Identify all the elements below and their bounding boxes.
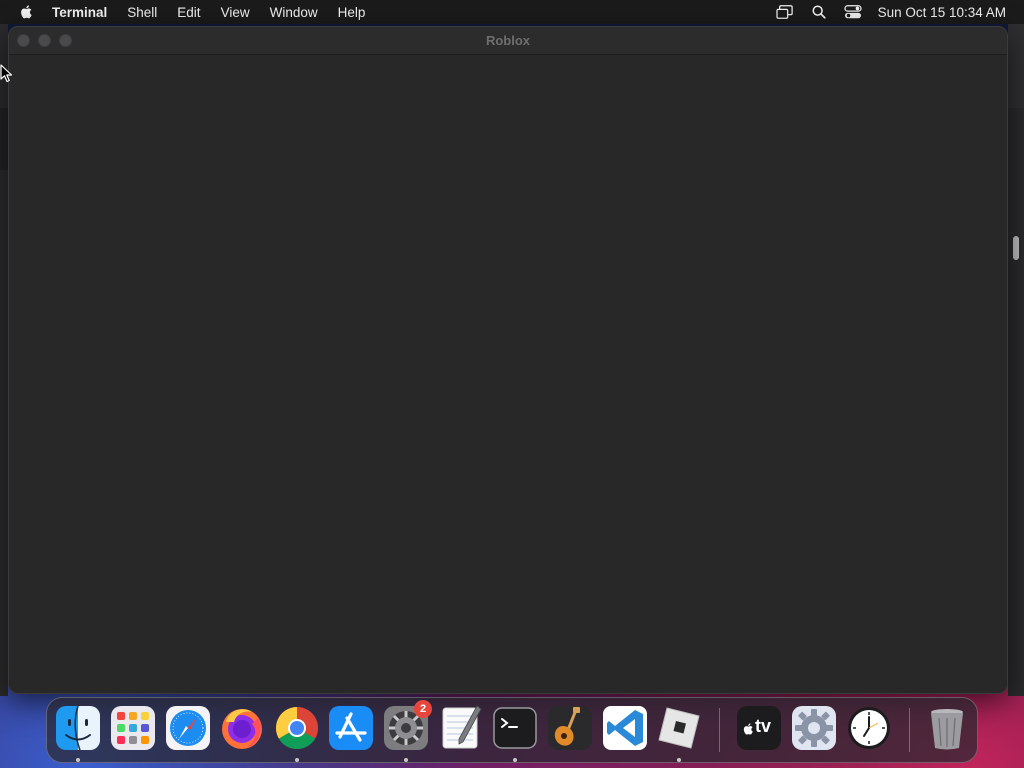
terminal-icon[interactable] (491, 704, 539, 762)
mouse-cursor-icon (0, 64, 14, 84)
menu-help[interactable]: Help (338, 5, 366, 20)
menu-window[interactable]: Window (270, 5, 318, 20)
close-button[interactable] (17, 34, 30, 47)
app-store-icon[interactable] (327, 704, 375, 752)
scrollbar-handle[interactable] (1013, 236, 1019, 260)
apple-logo-icon[interactable] (18, 3, 36, 21)
menu-clock[interactable]: Sun Oct 15 10:34 AM (878, 5, 1006, 20)
dock: 2 tv (46, 697, 978, 763)
garageband-icon[interactable] (546, 704, 594, 752)
finder-icon[interactable] (54, 704, 102, 762)
spotlight-search-icon[interactable] (808, 3, 830, 21)
chrome-icon[interactable] (273, 704, 321, 762)
settings-gear-icon[interactable] (790, 704, 838, 752)
textedit-icon[interactable] (437, 704, 485, 752)
zoom-button[interactable] (59, 34, 72, 47)
apple-tv-icon[interactable]: tv (735, 704, 783, 752)
dock-separator (719, 708, 720, 752)
menu-view[interactable]: View (221, 5, 250, 20)
safari-icon[interactable] (164, 704, 212, 752)
window-content[interactable] (9, 55, 1007, 693)
roblox-window: Roblox (8, 26, 1008, 694)
screen-mirroring-icon[interactable] (774, 3, 796, 21)
vscode-icon[interactable] (601, 704, 649, 752)
window-titlebar[interactable]: Roblox (9, 27, 1007, 55)
launchpad-icon[interactable] (109, 704, 157, 752)
roblox-icon[interactable] (655, 704, 703, 762)
trash-icon[interactable] (923, 704, 971, 752)
window-controls (17, 34, 80, 47)
menu-bar: Terminal Shell Edit View Window Help Sun… (0, 0, 1024, 24)
dock-separator-trash (909, 708, 910, 752)
notification-badge: 2 (414, 700, 432, 718)
menu-app-name[interactable]: Terminal (52, 5, 107, 20)
control-center-icon[interactable] (842, 3, 864, 21)
window-title: Roblox (485, 33, 531, 48)
clock-icon[interactable] (845, 704, 893, 752)
menu-shell[interactable]: Shell (127, 5, 157, 20)
apple-tv-label: tv (755, 716, 772, 736)
background-window-right-edge (1008, 24, 1024, 696)
firefox-icon[interactable] (218, 704, 266, 752)
menu-edit[interactable]: Edit (177, 5, 200, 20)
system-preferences-icon[interactable]: 2 (382, 700, 432, 762)
background-window-left-edge (0, 24, 8, 696)
minimize-button[interactable] (38, 34, 51, 47)
